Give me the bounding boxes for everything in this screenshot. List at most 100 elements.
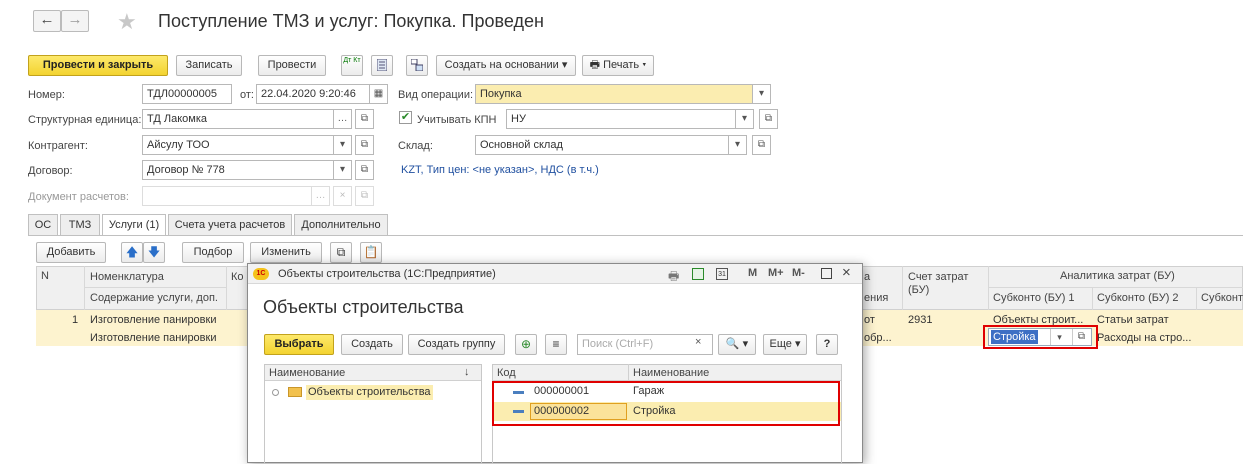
open-icon[interactable]: ⧉	[355, 109, 374, 129]
col-n[interactable]: N	[41, 270, 49, 282]
add-copy-icon[interactable]: ⊕	[515, 334, 537, 355]
create-button[interactable]: Создать	[341, 334, 403, 355]
tab-additional[interactable]: Дополнительно	[294, 214, 388, 235]
tree-item-root[interactable]: Объекты строительства	[306, 385, 433, 400]
tab-tmz[interactable]: ТМЗ	[60, 214, 100, 235]
kpn-field[interactable]: НУ	[506, 109, 736, 129]
post-button[interactable]: Провести	[258, 55, 326, 76]
col-code[interactable]: Код	[497, 367, 516, 379]
star-icon[interactable]: ★	[117, 9, 137, 35]
row-cut-a: от	[864, 314, 875, 326]
row-n: 1	[72, 314, 79, 326]
chevron-down-icon[interactable]: ▾	[728, 135, 747, 155]
prices-link[interactable]: KZT, Тип цен: <не указан>, НДС (в т.ч.)	[401, 164, 599, 176]
warehouse-label: Склад:	[398, 140, 433, 152]
more-button[interactable]: Еще ▾	[763, 334, 807, 355]
dropdown-arrow-icon: ▾	[742, 338, 749, 350]
select-button[interactable]: Выбрать	[264, 334, 334, 355]
structure-icon[interactable]	[406, 55, 428, 76]
row-content[interactable]: Изготовление панировки	[90, 332, 216, 344]
spreadsheet-icon[interactable]	[692, 268, 704, 280]
row-subconto-2[interactable]: Расходы на стро...	[1097, 332, 1193, 344]
col-cut[interactable]: Ко	[231, 271, 244, 283]
kpn-checkbox[interactable]: ✔	[399, 111, 412, 124]
folder-icon	[288, 387, 302, 397]
chevron-down-icon[interactable]: ▾	[333, 160, 352, 180]
printer-icon[interactable]: 🖶	[668, 267, 679, 288]
arrow-down-icon[interactable]: 🡇	[143, 242, 165, 263]
contract-field[interactable]: Договор № 778	[142, 160, 334, 180]
create-based-on-button[interactable]: Создать на основании ▾	[436, 55, 576, 76]
list-icon[interactable]: ≡	[545, 334, 567, 355]
clear-icon: ×	[333, 186, 352, 206]
search-button[interactable]: 🔍 ▾	[718, 334, 756, 355]
tree-expander-icon[interactable]	[272, 389, 279, 396]
open-icon[interactable]: ⧉	[759, 109, 778, 129]
search-input[interactable]: Поиск (Ctrl+F)	[577, 334, 713, 355]
col-nomenclature[interactable]: Номенклатура	[90, 271, 164, 283]
col-name[interactable]: Наименование	[633, 367, 709, 379]
chevron-down-icon[interactable]: ▾	[735, 109, 754, 129]
tab-accounts[interactable]: Счета учета расчетов	[168, 214, 292, 235]
col-subconto-2[interactable]: Субконто (БУ) 2	[1097, 292, 1179, 304]
maximize-icon[interactable]	[821, 268, 832, 279]
unit-field[interactable]: ТД Лакомка	[142, 109, 334, 129]
post-and-close-button[interactable]: Провести и закрыть	[28, 55, 168, 76]
tab-divider	[28, 235, 1243, 236]
open-icon[interactable]: ⧉	[752, 135, 771, 155]
calendar-icon[interactable]: ▦	[369, 84, 388, 104]
arrow-up-icon[interactable]: 🡅	[121, 242, 143, 263]
col-subconto-1[interactable]: Субконто (БУ) 1	[993, 292, 1075, 304]
warehouse-field[interactable]: Основной склад	[475, 135, 729, 155]
dropdown-arrow-icon: ▾	[642, 59, 647, 71]
open-icon[interactable]: ⧉	[355, 160, 374, 180]
open-icon: ⧉	[355, 186, 374, 206]
open-icon[interactable]: ⧉	[355, 135, 374, 155]
add-button[interactable]: Добавить	[36, 242, 106, 263]
list-icon[interactable]	[371, 55, 393, 76]
dtkt-icon[interactable]: Дт Кт	[341, 55, 363, 76]
forward-button[interactable]: →	[61, 10, 89, 32]
close-icon[interactable]: ×	[842, 264, 851, 281]
highlight-box	[983, 325, 1098, 349]
col-subconto-3[interactable]: Субконто	[1201, 292, 1243, 304]
row-subconto-2-type: Статьи затрат	[1097, 314, 1169, 326]
sort-arrow-icon[interactable]: ↓	[464, 366, 470, 378]
print-button[interactable]: 🖶 Печать ▾	[582, 55, 654, 76]
chevron-down-icon[interactable]: ▾	[333, 135, 352, 155]
col-content[interactable]: Содержание услуги, доп.	[90, 292, 218, 304]
col-cut2-sub[interactable]: ения	[864, 292, 888, 304]
contract-label: Договор:	[28, 165, 73, 177]
row-cost-account[interactable]: 2931	[908, 314, 932, 326]
row-nomenclature[interactable]: Изготовление панировки	[90, 314, 216, 326]
tab-os[interactable]: ОС	[28, 214, 58, 235]
clear-icon[interactable]: ×	[695, 336, 701, 348]
kpn-label: Учитывать КПН	[417, 114, 497, 126]
number-field[interactable]: ТДЛ00000005	[142, 84, 232, 104]
col-cut2[interactable]: а	[864, 271, 870, 283]
tab-services[interactable]: Услуги (1)	[102, 214, 166, 236]
create-group-button[interactable]: Создать группу	[408, 334, 505, 355]
date-field[interactable]: 22.04.2020 9:20:46	[256, 84, 370, 104]
col-analytics[interactable]: Аналитика затрат (БУ)	[1060, 270, 1175, 282]
contractor-field[interactable]: Айсулу ТОО	[142, 135, 334, 155]
contractor-label: Контрагент:	[28, 140, 88, 152]
chevron-down-icon[interactable]: ▾	[752, 84, 771, 104]
operation-field[interactable]: Покупка	[475, 84, 753, 104]
more-icon[interactable]: …	[333, 109, 352, 129]
tree-header[interactable]: Наименование	[269, 367, 345, 379]
col-cost-account[interactable]: Счет затрат (БУ)	[908, 271, 984, 297]
construction-objects-dialog: 1С Объекты строительства (1С:Предприятие…	[247, 263, 863, 464]
memory-minus-button[interactable]: M-	[792, 267, 805, 279]
save-button[interactable]: Записать	[176, 55, 242, 76]
pick-button[interactable]: Подбор	[182, 242, 244, 263]
number-label: Номер:	[28, 89, 65, 101]
unit-label: Структурная единица:	[28, 114, 142, 126]
help-button[interactable]: ?	[816, 334, 838, 355]
memory-plus-button[interactable]: M+	[768, 267, 784, 279]
back-button[interactable]: ←	[33, 10, 61, 32]
edit-button[interactable]: Изменить	[250, 242, 322, 263]
copy-icon[interactable]: ⧉	[330, 242, 352, 263]
calendar-icon[interactable]: 31	[716, 268, 728, 280]
memory-m-button[interactable]: M	[748, 267, 757, 279]
